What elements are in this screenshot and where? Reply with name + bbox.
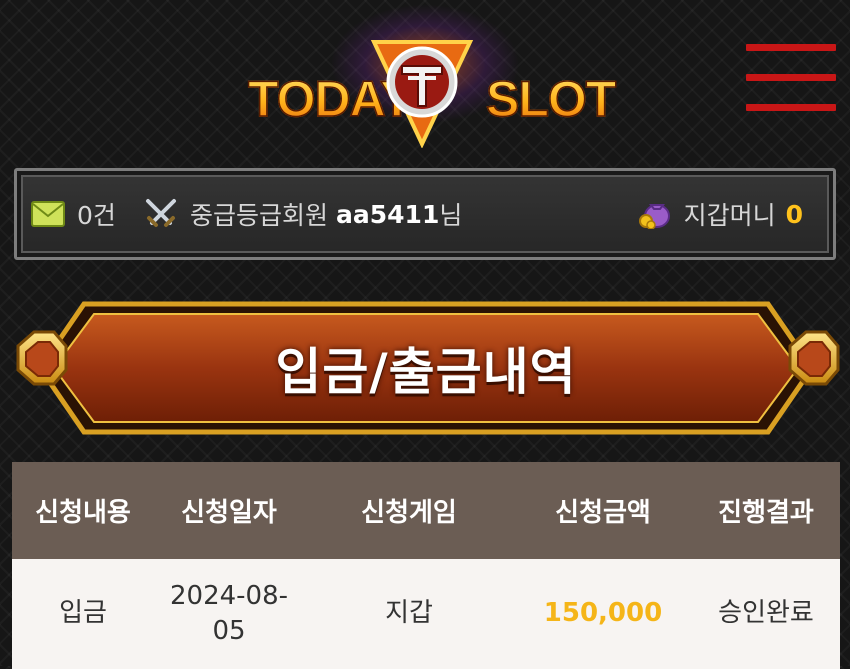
member-grade-label: 중급등급회원: [190, 201, 329, 230]
column-header-request-type: 신청내용: [35, 498, 131, 528]
envelope-icon: [31, 201, 65, 227]
cell-request-date: 2024-08- 05: [154, 559, 304, 669]
menu-bar: [746, 104, 836, 111]
cell-date-line2: 05: [212, 616, 246, 646]
today-slot-logo[interactable]: TODAY SLOT: [240, 4, 617, 154]
username: aa5411: [336, 199, 440, 229]
cell-request-amount: 150,000: [543, 598, 663, 629]
cell-request-type: 입금: [59, 598, 107, 629]
username-honorific: 님: [439, 201, 463, 230]
page-title-banner: 입금/출금내역: [12, 298, 840, 438]
user-info-bar: 0건 중급등급회원 aa5411 님 지갑머니 0: [14, 168, 836, 260]
deposit-withdrawal-history-table: 신청내용 신청일자 신청게임 신청금액 진행결과 입금 2024-08- 05 …: [12, 462, 840, 669]
crossed-swords-icon: [144, 197, 178, 231]
money-bag-icon: [638, 199, 672, 229]
wallet-balance[interactable]: 지갑머니 0: [638, 171, 803, 257]
page-title: 입금/출금내역: [275, 343, 577, 401]
wallet-amount: 0: [785, 199, 803, 229]
menu-bar: [746, 74, 836, 81]
message-count-text: 0건: [77, 201, 116, 230]
member-grade: 중급등급회원 aa5411 님: [144, 171, 462, 257]
column-header-request-amount: 신청금액: [555, 498, 651, 528]
table-header: 신청내용 신청일자 신청게임 신청금액 진행결과: [12, 462, 840, 559]
column-header-status: 진행결과: [718, 498, 814, 528]
table-row[interactable]: 입금 2024-08- 05 지갑 150,000 승인완료: [12, 559, 840, 669]
cell-date-line1: 2024-08-: [169, 580, 288, 611]
hamburger-menu-icon[interactable]: [746, 44, 836, 114]
header: TODAY SLOT: [0, 0, 850, 160]
logo-text-slot: SLOT: [485, 70, 617, 128]
logo-shield-icon: [370, 40, 474, 148]
cell-request-game: 지갑: [385, 598, 433, 629]
column-header-request-date: 신청일자: [181, 498, 277, 528]
cell-status: 승인완료: [718, 598, 814, 629]
menu-bar: [746, 44, 836, 51]
wallet-label: 지갑머니: [683, 201, 776, 230]
column-header-request-game: 신청게임: [361, 498, 457, 528]
message-count[interactable]: 0건: [31, 171, 116, 257]
